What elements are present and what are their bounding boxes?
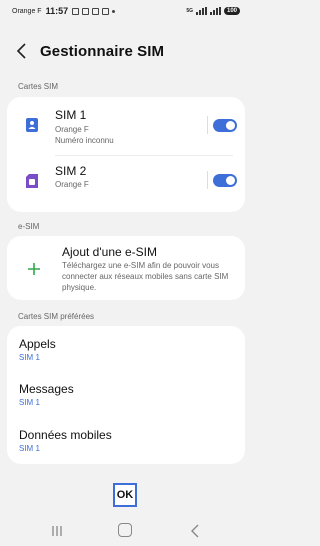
calls-value: SIM 1 (19, 353, 40, 362)
home-icon[interactable] (118, 523, 132, 537)
ok-button-label: OK (116, 489, 134, 501)
signal-2-icon (209, 7, 221, 15)
sim-1-toggle[interactable] (213, 119, 237, 132)
add-esim-card[interactable]: Ajout d'une e-SIM Téléchargez une e-SIM … (7, 236, 245, 300)
gallery-icon (72, 7, 80, 15)
sim-1-operator: Orange F (55, 125, 89, 134)
sim-2-operator: Orange F (55, 180, 89, 189)
sim-2-toggle[interactable] (213, 174, 237, 187)
messages-row[interactable]: Messages SIM 1 (7, 372, 245, 418)
messages-title: Messages (19, 382, 74, 396)
sim-person-icon (26, 118, 38, 132)
network-type: 5G (186, 8, 193, 14)
preferred-sim-card: Appels SIM 1 Messages SIM 1 Données mobi… (7, 326, 245, 464)
sim-1-name: SIM 1 (55, 108, 87, 122)
signal-icon (195, 7, 207, 15)
sim-1-row[interactable]: SIM 1 Orange F Numéro inconnu (7, 97, 245, 153)
ok-button[interactable]: OK (113, 483, 137, 507)
play-icon (92, 7, 100, 15)
sim-1-number: Numéro inconnu (55, 136, 114, 145)
messages-value: SIM 1 (19, 398, 40, 407)
section-label-sim-cards: Cartes SIM (18, 82, 59, 91)
clock: 11:57 (45, 6, 69, 16)
toggle-divider (207, 116, 208, 134)
toggle-knob (226, 121, 235, 130)
sim-cards-card: SIM 1 Orange F Numéro inconnu SIM 2 Oran… (7, 97, 245, 212)
add-esim-description: Téléchargez une e-SIM afin de pouvoir vo… (62, 261, 229, 292)
mobile-data-row[interactable]: Données mobiles SIM 1 (7, 418, 245, 464)
mobile-data-title: Données mobiles (19, 428, 112, 442)
navigation-bar (0, 516, 252, 546)
section-label-preferred: Cartes SIM préférées (18, 312, 95, 321)
app-bar: Gestionnaire SIM (0, 36, 252, 66)
back-arrow-icon (16, 43, 26, 59)
nav-back-icon[interactable] (190, 524, 200, 538)
carrier-label: Orange F (12, 7, 42, 15)
recents-icon[interactable] (51, 525, 63, 537)
toggle-divider (207, 171, 208, 189)
battery-icon: 100 (223, 7, 240, 15)
screenshot-icon (82, 7, 90, 15)
add-esim-title: Ajout d'une e-SIM (62, 245, 158, 259)
calls-title: Appels (19, 337, 56, 351)
back-button[interactable] (8, 36, 36, 66)
plus-icon (28, 263, 40, 275)
status-bar: Orange F 11:57 5G 100 (0, 0, 252, 22)
sim-card-icon (26, 174, 38, 188)
more-notifications-icon (112, 9, 116, 13)
section-label-esim: e-SIM (18, 222, 40, 231)
page-title: Gestionnaire SIM (40, 42, 165, 60)
mobile-data-value: SIM 1 (19, 444, 40, 453)
sim-2-name: SIM 2 (55, 164, 87, 178)
sim-2-row[interactable]: SIM 2 Orange F (7, 156, 245, 212)
toggle-knob (226, 176, 235, 185)
calls-row[interactable]: Appels SIM 1 (7, 326, 245, 372)
notification-icons (72, 7, 116, 15)
send-icon (102, 7, 110, 15)
